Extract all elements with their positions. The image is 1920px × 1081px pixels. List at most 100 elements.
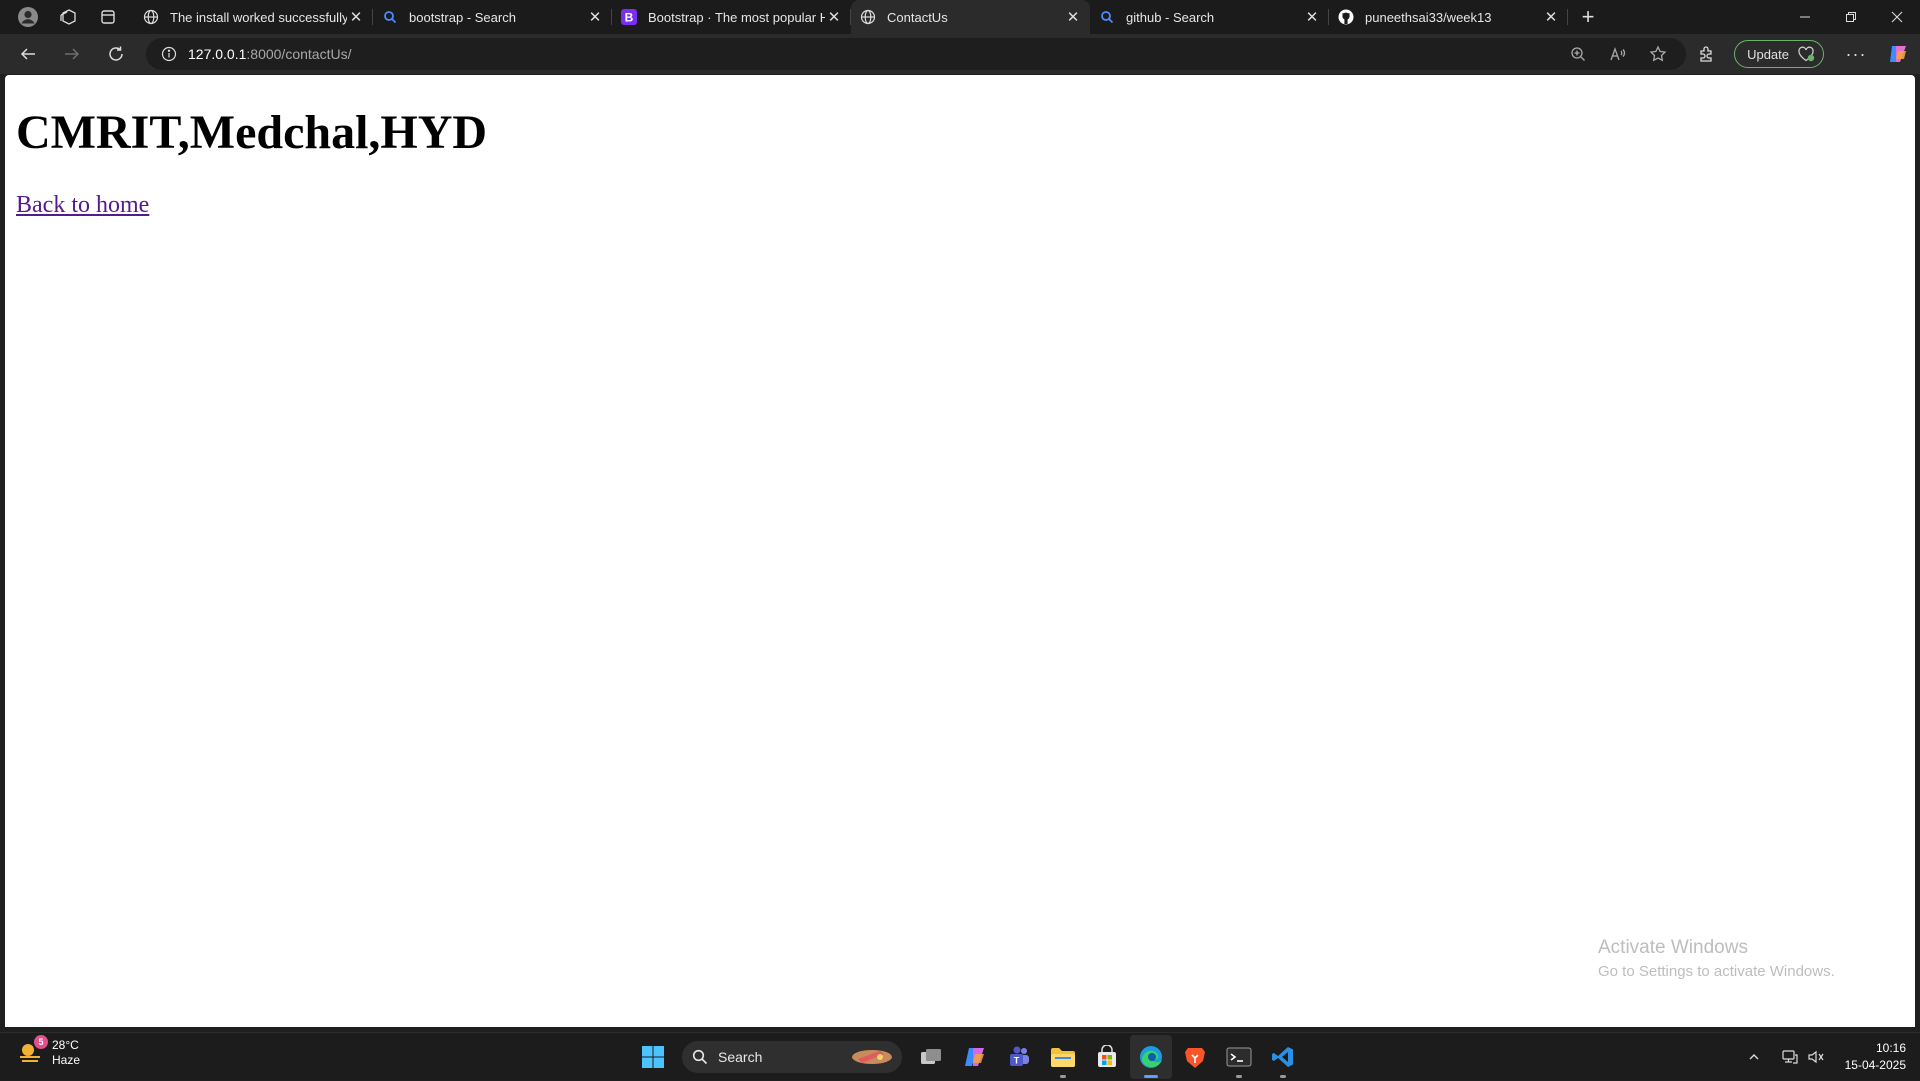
weather-widget[interactable]: 5 28°C Haze [16,1035,81,1068]
workspaces-icon [60,9,76,25]
tab-title: bootstrap - Search [409,9,516,25]
network-icon [1782,1050,1798,1064]
new-tab-button[interactable]: + [1570,0,1606,34]
svg-text:T: T [1014,1056,1020,1066]
tab-github-search[interactable]: github - Search ✕ [1090,0,1329,34]
close-tab-icon[interactable]: ✕ [1542,8,1560,26]
zoom-icon [1571,47,1585,61]
url-path: :8000/contactUs/ [246,46,352,62]
tab-title: Bootstrap · The most popular HTML, CSS, … [648,9,825,25]
tab-strip: The install worked successfully! Congrat… [0,0,1920,34]
start-button[interactable] [632,1035,674,1079]
close-tab-icon[interactable]: ✕ [1064,8,1082,26]
edge-app[interactable] [1130,1035,1172,1079]
tab-title: ContactUs [887,9,948,25]
refresh-button[interactable] [94,34,138,74]
tab-title: puneethsai33/week13 [1365,9,1492,25]
running-indicator [1280,1075,1286,1078]
favorite-button[interactable] [1638,38,1678,70]
bootstrap-icon: B [620,8,638,26]
show-hidden-icons-button[interactable] [1741,1033,1767,1081]
minimize-icon [1800,16,1810,18]
watermark-subtitle: Go to Settings to activate Windows. [1598,963,1835,980]
minimize-button[interactable] [1782,0,1828,34]
profile-button[interactable] [8,0,48,34]
page-viewport: CMRIT,Medchal,HYD Back to home Activate … [5,75,1915,1027]
teams-app[interactable]: T [998,1035,1040,1079]
tab-bootstrap-search[interactable]: bootstrap - Search ✕ [373,0,612,34]
close-tab-icon[interactable]: ✕ [1303,8,1321,26]
search-icon [692,1049,708,1065]
system-tray: 10:16 15-04-2025 [1741,1033,1920,1081]
workspaces-button[interactable] [48,0,88,34]
close-tab-icon[interactable]: ✕ [586,8,604,26]
copilot-icon [965,1048,984,1066]
volume-button[interactable] [1803,1033,1829,1081]
clock-date: 15-04-2025 [1844,1058,1906,1072]
back-to-home-link[interactable]: Back to home [16,192,149,219]
restore-button[interactable] [1828,0,1874,34]
weather-temp: 28°C [52,1038,79,1052]
watermark-title: Activate Windows [1598,937,1748,958]
tab-github-repo[interactable]: puneethsai33/week13 ✕ [1329,0,1568,34]
close-icon [1891,11,1903,23]
update-button[interactable]: Update [1734,40,1824,68]
copilot-icon [1890,46,1906,62]
tab-contactus[interactable]: ContactUs ✕ [851,0,1090,34]
edge-icon [1140,1046,1162,1068]
terminal-icon [1226,1047,1252,1067]
copilot-app[interactable] [954,1035,996,1079]
zoom-button[interactable] [1558,38,1598,70]
windows-logo-icon [642,1046,664,1068]
network-button[interactable] [1777,1033,1803,1081]
restore-icon [1846,12,1856,22]
clock-time: 10:16 [1875,1041,1906,1055]
update-label: Update [1747,46,1789,62]
address-bar[interactable]: 127.0.0.1:8000/contactUs/ [146,38,1686,70]
update-heart-icon [1798,46,1815,62]
weather-haze-icon: 5 [16,1035,48,1067]
close-tab-icon[interactable]: ✕ [347,8,365,26]
tab-install-worked[interactable]: The install worked successfully! Congrat… [134,0,373,34]
brave-app[interactable] [1174,1035,1216,1079]
running-indicator [1060,1075,1066,1078]
taskbar-search[interactable]: Search [682,1041,902,1073]
weather-desc: Haze [52,1053,81,1067]
back-arrow-icon [20,48,35,60]
search-highlight-icon [852,1050,892,1064]
globe-icon [859,8,877,26]
browser-toolbar: 127.0.0.1:8000/contactUs/ Update ··· [0,34,1920,74]
read-aloud-button[interactable] [1598,38,1638,70]
star-icon [1649,45,1667,62]
task-view-button[interactable] [910,1035,952,1079]
running-indicator [1144,1075,1158,1078]
extensions-icon [1700,46,1712,62]
vscode-app[interactable] [1262,1035,1304,1079]
back-button[interactable] [6,34,50,74]
vertical-tabs-button[interactable] [88,0,128,34]
plus-icon: + [1581,4,1595,29]
site-info-button[interactable] [150,46,188,62]
store-app[interactable] [1086,1035,1128,1079]
read-aloud-icon [1610,47,1626,61]
terminal-app[interactable] [1218,1035,1260,1079]
more-button[interactable]: ··· [1836,34,1876,74]
url-text[interactable]: 127.0.0.1:8000/contactUs/ [188,46,351,62]
store-icon [1098,1045,1116,1067]
weather-badge: 5 [34,1035,48,1049]
clock[interactable]: 10:16 15-04-2025 [1845,1040,1906,1074]
forward-button[interactable] [50,34,94,74]
close-window-button[interactable] [1874,0,1920,34]
close-tab-icon[interactable]: ✕ [825,8,843,26]
copilot-button[interactable] [1876,34,1920,74]
svg-text:B: B [625,11,634,25]
info-icon [161,46,177,62]
tab-bootstrap-site[interactable]: B Bootstrap · The most popular HTML, CSS… [612,0,851,34]
globe-icon [142,8,160,26]
extensions-button[interactable] [1686,34,1726,74]
file-explorer-app[interactable] [1042,1035,1084,1079]
window-controls [1782,0,1920,34]
github-icon [1337,8,1355,26]
tab-title: The install worked successfully! Congrat… [170,9,347,25]
chevron-up-icon [1749,1054,1759,1060]
